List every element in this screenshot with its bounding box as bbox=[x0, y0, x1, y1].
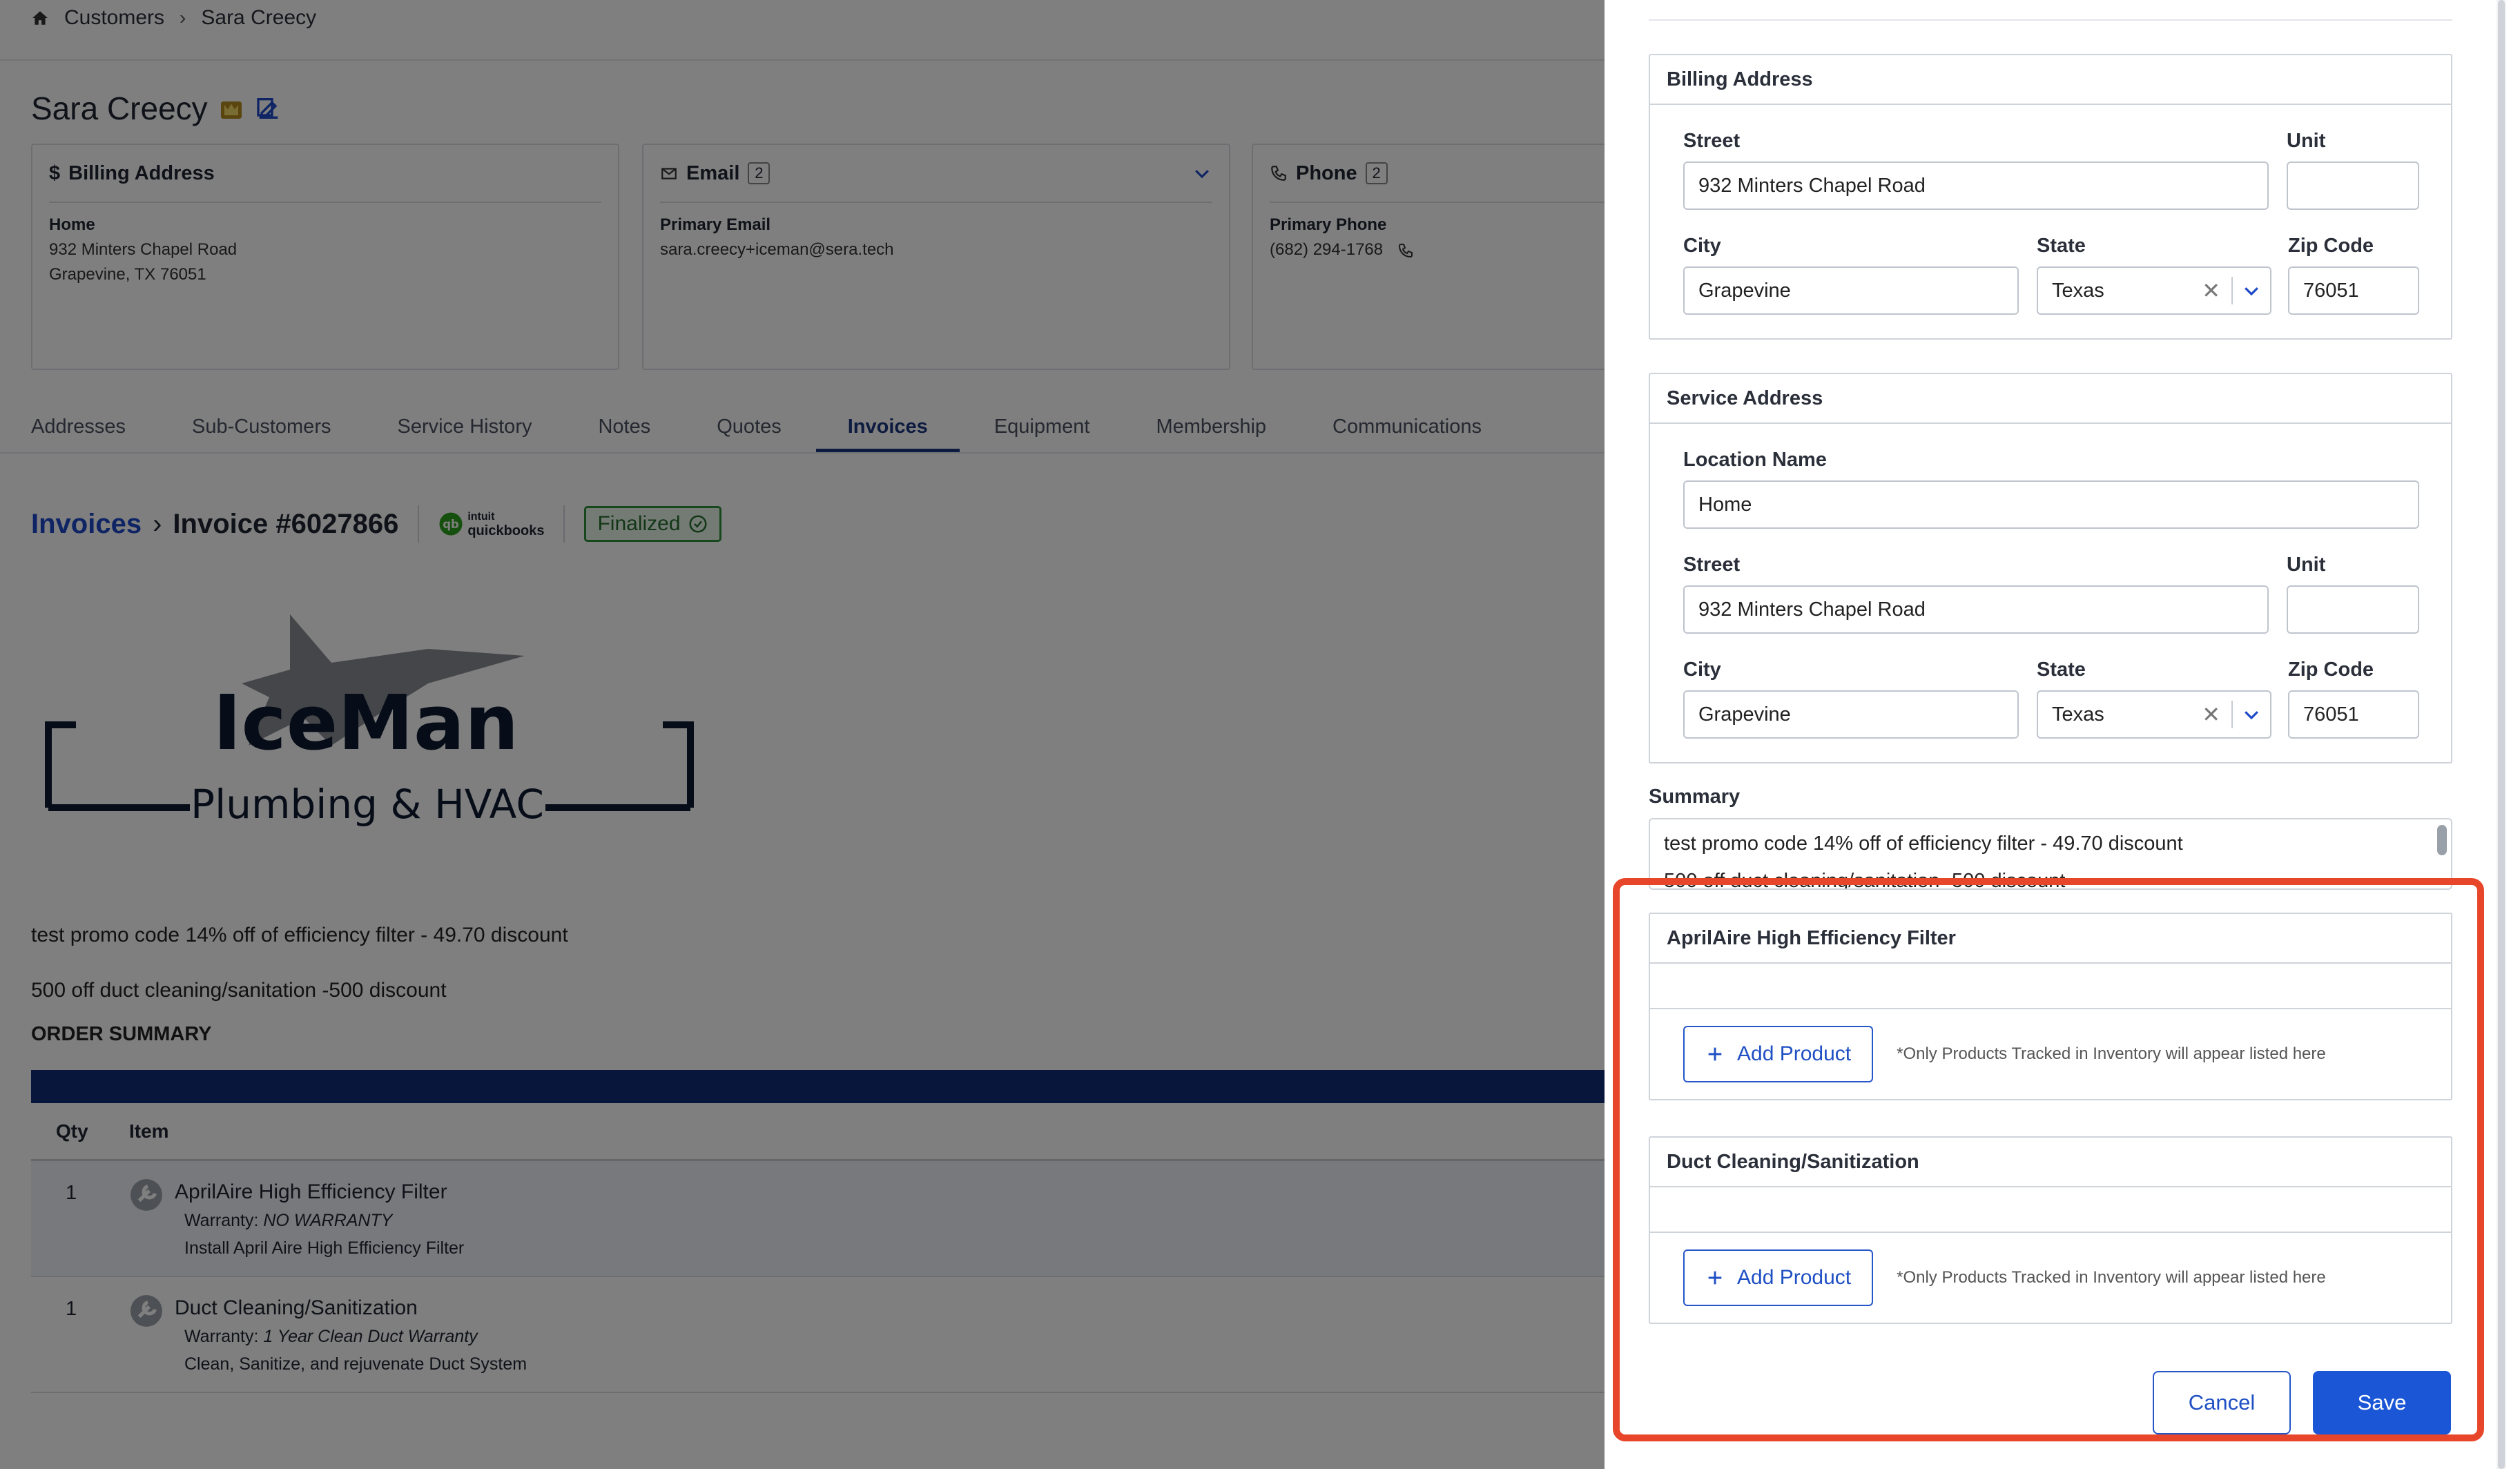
unit-label: Unit bbox=[2287, 130, 2326, 152]
select-controls: ✕ bbox=[2202, 277, 2270, 304]
plus-icon bbox=[1708, 1047, 1722, 1061]
unit-label: Unit bbox=[2287, 554, 2326, 576]
location-name-input[interactable]: Home bbox=[1683, 480, 2419, 529]
product-section-duct: Duct Cleaning/Sanitization Add Product *… bbox=[1649, 1136, 2452, 1324]
selected-state: Texas bbox=[2052, 279, 2104, 302]
select-controls: ✕ bbox=[2202, 701, 2270, 728]
clear-icon[interactable]: ✕ bbox=[2202, 278, 2220, 304]
product-list-empty bbox=[1650, 964, 2451, 1009]
service-zip-input[interactable]: 76051 bbox=[2288, 690, 2419, 739]
state-label: State bbox=[2037, 235, 2086, 257]
state-label: State bbox=[2037, 659, 2086, 681]
add-product-button[interactable]: Add Product bbox=[1683, 1249, 1874, 1306]
service-unit-input[interactable] bbox=[2287, 585, 2419, 634]
modal-backdrop[interactable] bbox=[0, 0, 1605, 1469]
chevron-down-icon[interactable] bbox=[2233, 704, 2270, 725]
summary-line-1: test promo code 14% off of efficiency fi… bbox=[1664, 833, 2183, 855]
summary-line-2: 500 off duct cleaning/sanitation -500 di… bbox=[1664, 870, 2066, 890]
chevron-down-icon[interactable] bbox=[2233, 280, 2270, 301]
summary-label: Summary bbox=[1649, 786, 1741, 808]
summary-textarea[interactable]: test promo code 14% off of efficiency fi… bbox=[1649, 818, 2452, 890]
add-product-label: Add Product bbox=[1737, 1042, 1852, 1065]
service-city-input[interactable]: Grapevine bbox=[1683, 690, 2019, 739]
inventory-note: *Only Products Tracked in Inventory will… bbox=[1897, 1268, 2326, 1287]
street-label: Street bbox=[1683, 554, 1741, 576]
inventory-note: *Only Products Tracked in Inventory will… bbox=[1897, 1044, 2326, 1063]
product-list-empty bbox=[1650, 1187, 2451, 1233]
product-section-filter: AprilAire High Efficiency Filter Add Pro… bbox=[1649, 913, 2452, 1100]
service-address-section: Service Address Location Name Home Stree… bbox=[1649, 373, 2452, 763]
summary-scrollbar[interactable] bbox=[2437, 825, 2447, 855]
drawer-divider bbox=[1649, 19, 2452, 21]
city-label: City bbox=[1683, 659, 1721, 681]
billing-zip-input[interactable]: 76051 bbox=[2288, 266, 2419, 315]
billing-city-input[interactable]: Grapevine bbox=[1683, 266, 2019, 315]
zip-label: Zip Code bbox=[2288, 235, 2374, 257]
selected-state: Texas bbox=[2052, 703, 2104, 726]
section-title: Service Address bbox=[1650, 374, 2451, 424]
cancel-button[interactable]: Cancel bbox=[2153, 1371, 2291, 1434]
section-title: AprilAire High Efficiency Filter bbox=[1650, 914, 2451, 964]
product-actions: Add Product *Only Products Tracked in In… bbox=[1650, 1233, 2451, 1323]
section-title: Billing Address bbox=[1650, 55, 2451, 105]
billing-street-input[interactable]: 932 Minters Chapel Road bbox=[1683, 162, 2269, 210]
drawer-scrollbar-thumb[interactable] bbox=[2498, 0, 2505, 1469]
billing-state-select[interactable]: Texas ✕ bbox=[2037, 266, 2271, 315]
add-product-label: Add Product bbox=[1737, 1266, 1852, 1289]
billing-address-section: Billing Address Street Unit 932 Minters … bbox=[1649, 54, 2452, 340]
street-label: Street bbox=[1683, 130, 1741, 152]
save-button[interactable]: Save bbox=[2313, 1371, 2451, 1434]
clear-icon[interactable]: ✕ bbox=[2202, 701, 2220, 728]
zip-label: Zip Code bbox=[2288, 659, 2374, 681]
billing-unit-input[interactable] bbox=[2287, 162, 2419, 210]
add-product-button[interactable]: Add Product bbox=[1683, 1026, 1874, 1082]
section-title: Duct Cleaning/Sanitization bbox=[1650, 1138, 2451, 1187]
city-label: City bbox=[1683, 235, 1721, 257]
service-state-select[interactable]: Texas ✕ bbox=[2037, 690, 2271, 739]
service-street-input[interactable]: 932 Minters Chapel Road bbox=[1683, 585, 2269, 634]
edit-invoice-drawer: Billing Address Street Unit 932 Minters … bbox=[1605, 0, 2520, 1469]
location-name-label: Location Name bbox=[1683, 449, 1827, 471]
plus-icon bbox=[1708, 1271, 1722, 1285]
product-actions: Add Product *Only Products Tracked in In… bbox=[1650, 1009, 2451, 1099]
